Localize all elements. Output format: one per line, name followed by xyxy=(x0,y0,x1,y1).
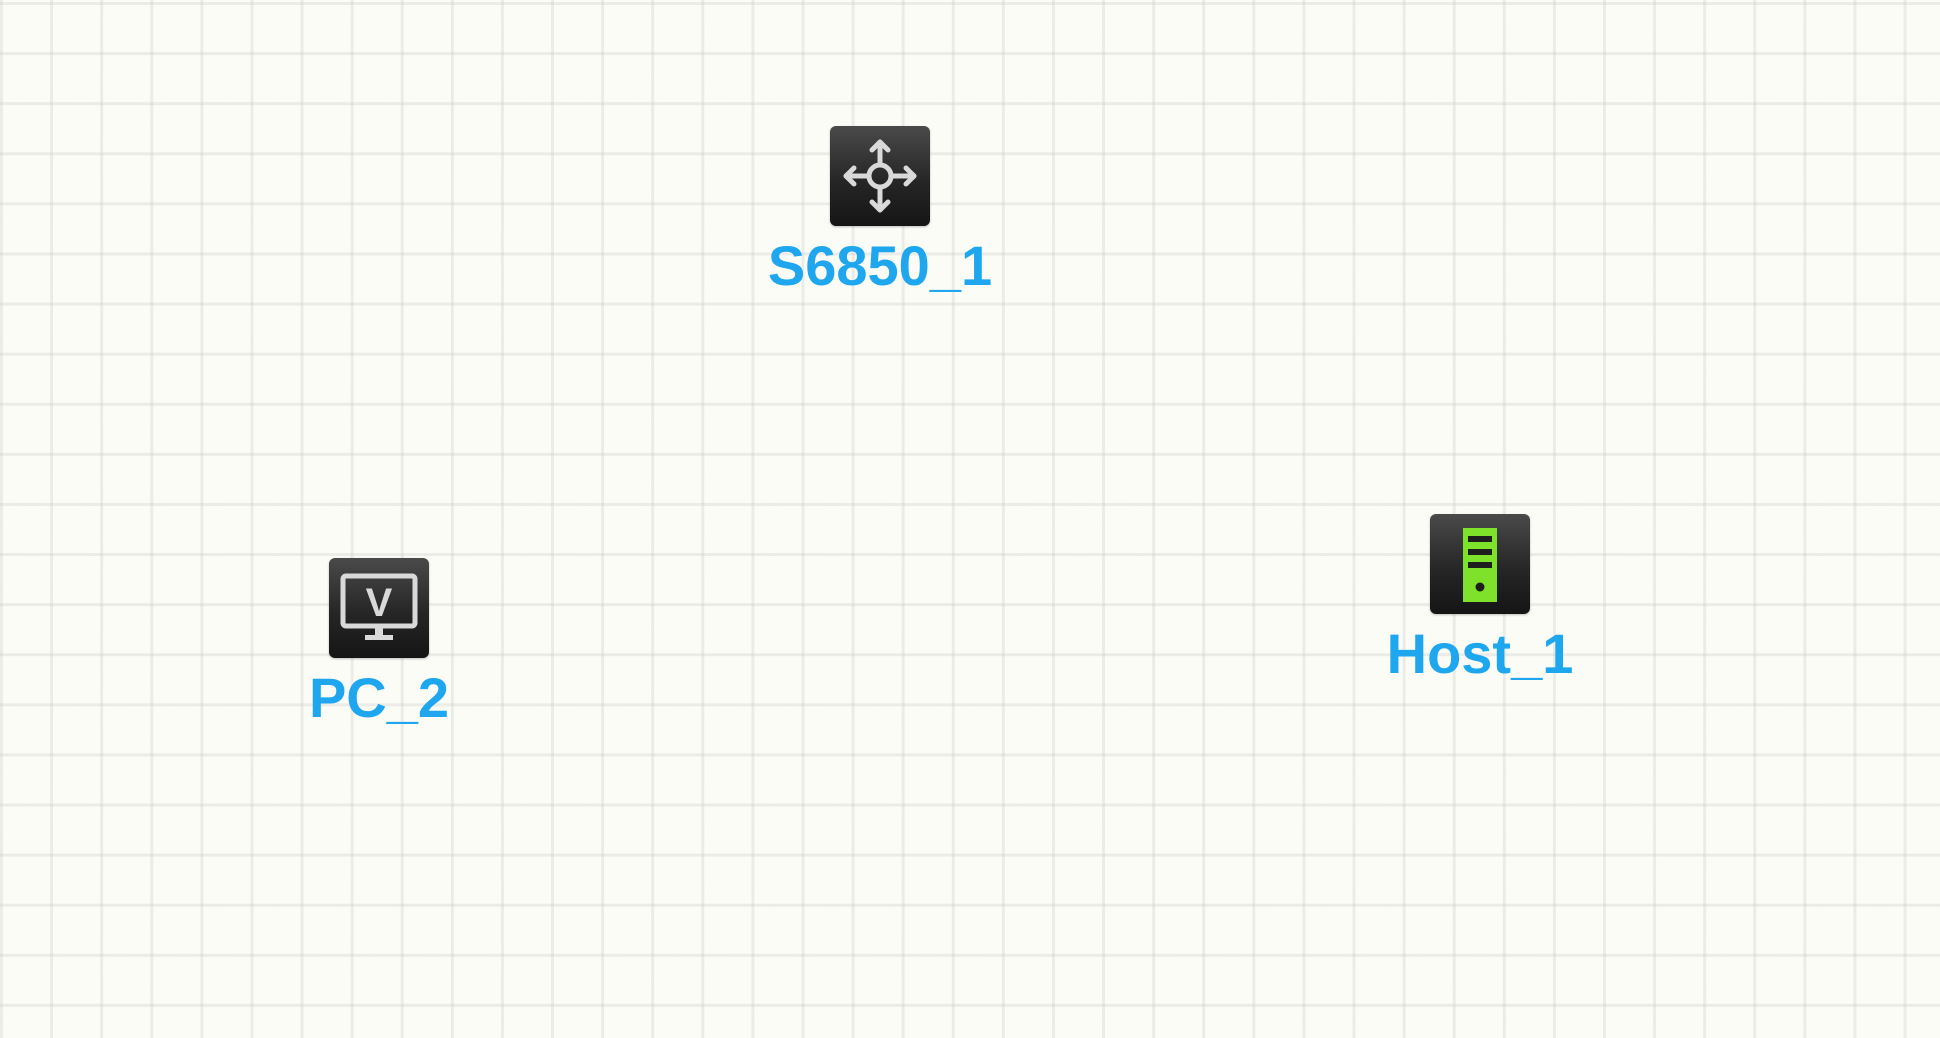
device-label: Host_1 xyxy=(1386,622,1574,685)
device-pc-2[interactable]: V PC_2 xyxy=(279,558,479,728)
device-host-1[interactable]: Host_1 xyxy=(1360,514,1600,684)
device-label: PC_2 xyxy=(308,666,450,729)
topology-canvas[interactable]: S6850_1 V PC_2 Host_1 xyxy=(0,0,1940,1038)
monitor-v-icon[interactable]: V xyxy=(329,558,429,658)
switch-arrows-icon[interactable] xyxy=(830,126,930,226)
svg-text:V: V xyxy=(366,581,393,625)
server-tower-icon[interactable] xyxy=(1430,514,1530,614)
device-label: S6850_1 xyxy=(767,234,993,297)
device-s6850-1[interactable]: S6850_1 xyxy=(760,126,1000,296)
